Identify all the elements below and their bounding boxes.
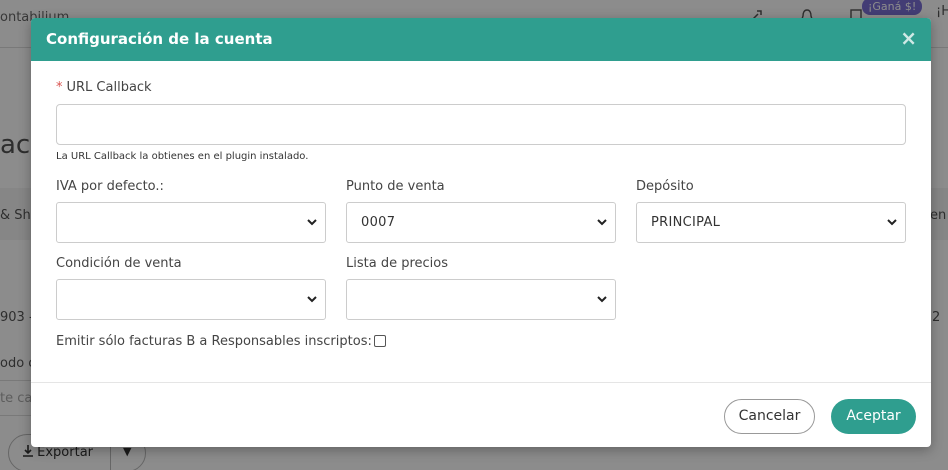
deposito-label: Depósito [636, 179, 694, 194]
condicion-venta-select[interactable] [56, 279, 326, 320]
emitir-checkbox[interactable] [374, 335, 386, 347]
condicion-venta-label: Condición de venta [56, 256, 182, 271]
chevron-down-icon [597, 219, 607, 226]
chevron-down-icon [597, 296, 607, 303]
url-callback-label-text: URL Callback [66, 80, 152, 95]
modal-title: Configuración de la cuenta [46, 30, 273, 48]
lista-precios-select[interactable] [346, 279, 616, 320]
lista-precios-label: Lista de precios [346, 256, 449, 271]
cancel-button[interactable]: Cancelar [724, 399, 815, 434]
deposito-select[interactable]: PRINCIPAL [636, 202, 906, 243]
url-callback-help: La URL Callback la obtienes en el plugin… [56, 151, 309, 162]
chevron-down-icon [307, 296, 317, 303]
account-config-modal: Configuración de la cuenta × * URL Callba… [31, 18, 931, 447]
deposito-value: PRINCIPAL [651, 215, 721, 230]
chevron-down-icon [307, 219, 317, 226]
accept-button[interactable]: Aceptar [831, 399, 916, 434]
iva-select[interactable] [56, 202, 326, 243]
punto-venta-value: 0007 [361, 215, 396, 230]
modal-footer-divider [31, 382, 931, 383]
url-callback-label: * URL Callback [56, 80, 152, 95]
required-mark: * [56, 80, 63, 95]
modal-header: Configuración de la cuenta × [31, 18, 931, 61]
emitir-label: Emitir sólo facturas B a Responsables in… [56, 334, 372, 349]
close-icon[interactable]: × [900, 27, 917, 49]
punto-venta-select[interactable]: 0007 [346, 202, 616, 243]
url-callback-input[interactable] [56, 104, 906, 145]
chevron-down-icon [887, 219, 897, 226]
iva-label: IVA por defecto.: [56, 179, 164, 194]
punto-venta-label: Punto de venta [346, 179, 445, 194]
